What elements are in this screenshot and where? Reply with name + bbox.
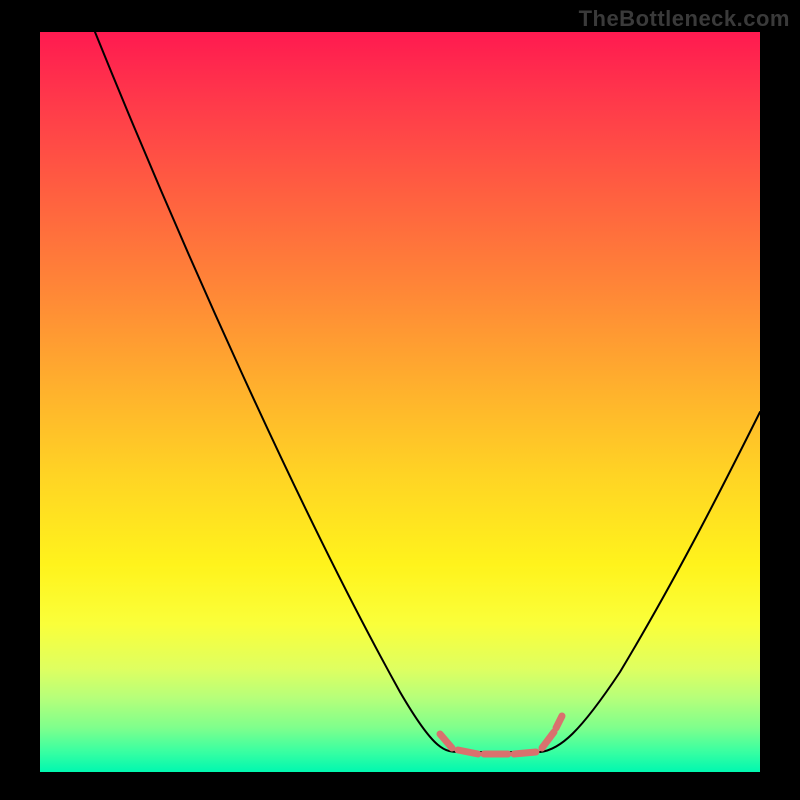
curve-right-branch [540,412,760,752]
marker-segment [458,750,478,754]
chart-frame: TheBottleneck.com [0,0,800,800]
marker-segment [514,752,536,754]
plot-area [40,32,760,772]
watermark-text: TheBottleneck.com [579,6,790,32]
marker-segment [440,734,452,748]
minimum-highlight-markers [440,716,562,754]
marker-segment [556,716,562,728]
chart-overlay-svg [40,32,760,772]
curve-left-branch [95,32,460,752]
marker-segment [542,732,554,748]
